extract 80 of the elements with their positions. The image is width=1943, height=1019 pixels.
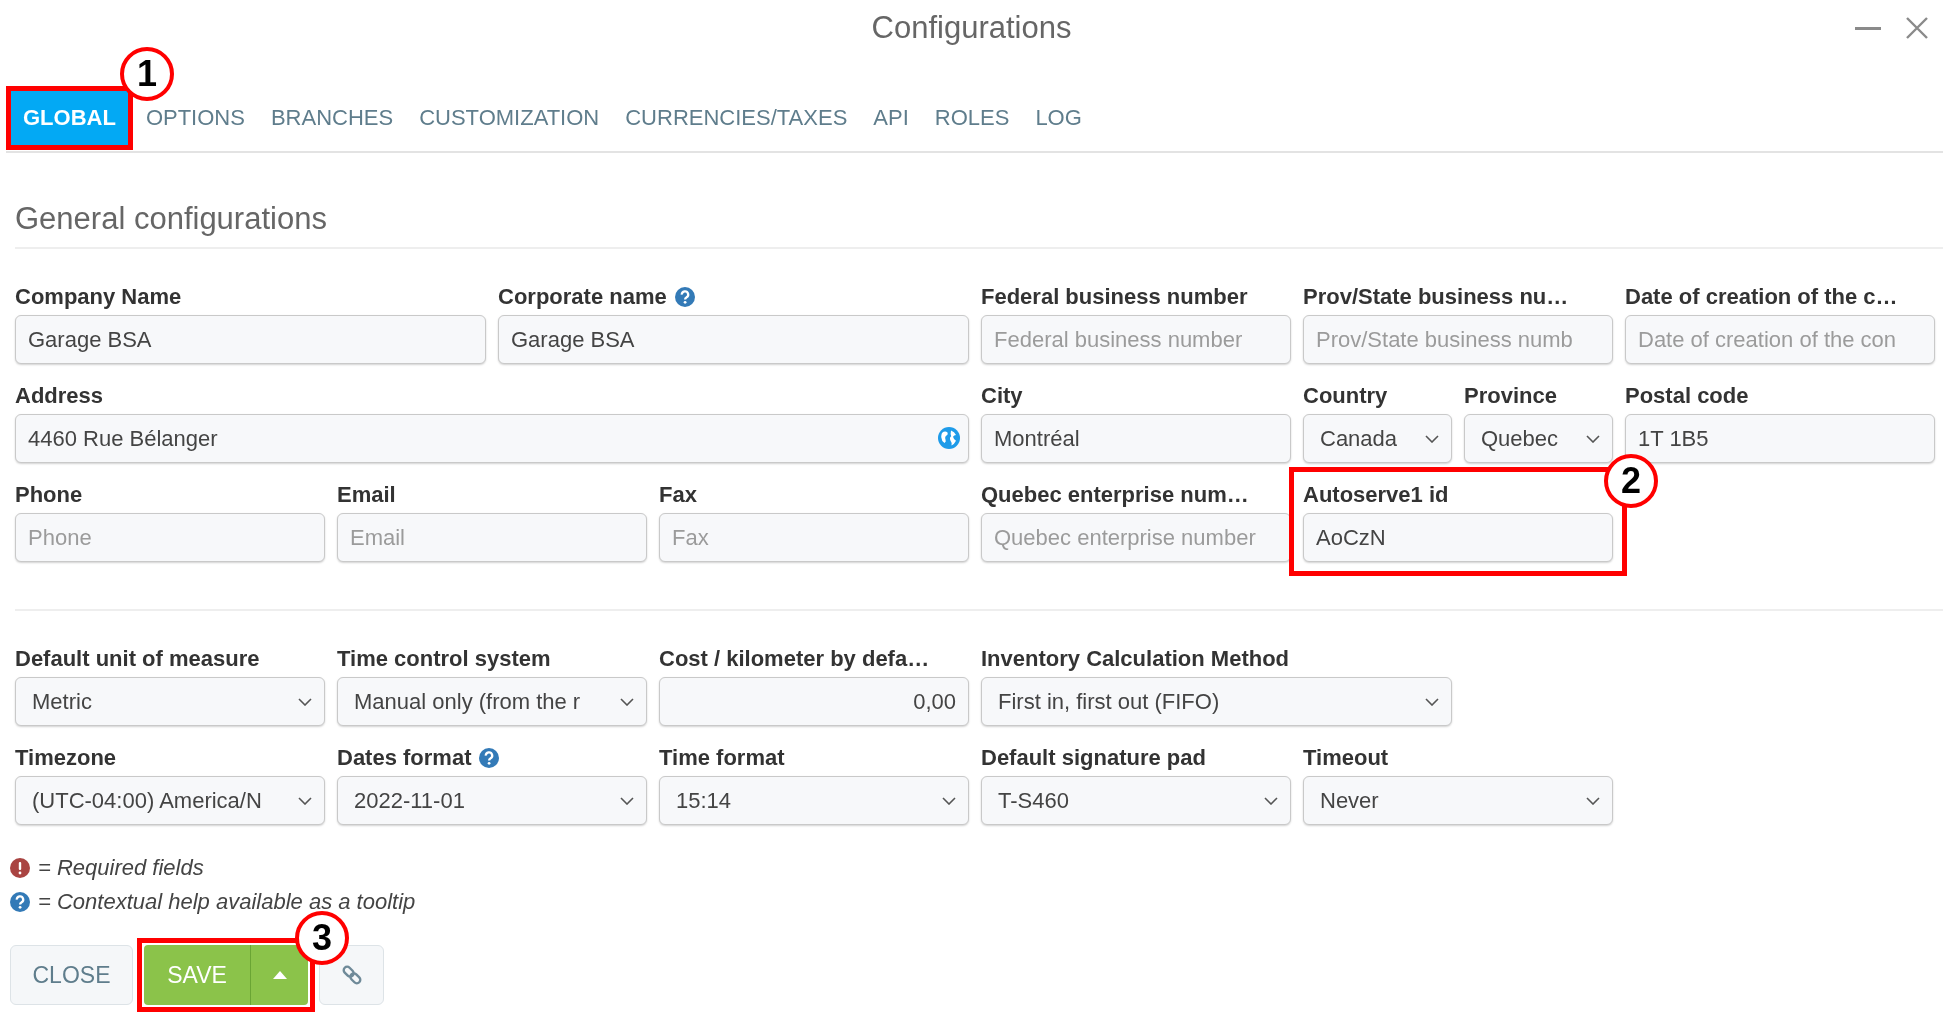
text-field[interactable]: Federal business number (981, 315, 1291, 364)
dropdown[interactable]: T-S460 (981, 776, 1291, 825)
field-label: Default signature pad (981, 745, 1206, 771)
tab[interactable]: CUSTOMIZATION (406, 91, 613, 145)
chevron-down-icon (620, 697, 634, 706)
text-field[interactable]: 1T 1B5 (1625, 414, 1935, 463)
dropdown-toggle-button[interactable] (250, 945, 308, 1005)
tab[interactable]: CURRENCIES/TAXES (612, 91, 861, 145)
number-field[interactable]: 0,00 (659, 677, 969, 726)
tab[interactable]: ROLES (921, 91, 1023, 145)
field-label: Federal business number (981, 284, 1248, 310)
text-field[interactable]: Garage BSA (498, 315, 969, 364)
field-label: Date of creation of the c… (1625, 284, 1898, 310)
chevron-down-icon (1425, 697, 1439, 706)
field-label: Prov/State business nu… (1303, 284, 1569, 310)
dropdown[interactable]: (UTC-04:00) America/N (15, 776, 325, 825)
dropdown[interactable]: Never (1303, 776, 1613, 825)
text-field[interactable]: Date of creation of the con (1625, 315, 1935, 364)
chevron-down-icon (298, 697, 312, 706)
field-label: Timeout (1303, 745, 1389, 771)
text-field[interactable]: Quebec enterprise number (981, 513, 1291, 562)
field-label: Time control system (337, 646, 551, 672)
field-label: Time format (659, 745, 785, 771)
field-label: Email (337, 482, 396, 508)
chevron-down-icon (942, 796, 956, 805)
chevron-down-icon (298, 796, 312, 805)
legend-text: = Required fields (38, 855, 204, 881)
help-icon[interactable] (674, 287, 695, 307)
field-label: Postal code (1625, 383, 1749, 409)
text-field[interactable]: Montréal (981, 414, 1291, 463)
field-label: Autoserve1 id (1303, 482, 1449, 508)
dropdown[interactable]: Quebec (1464, 414, 1613, 463)
step-number: 2 (1604, 454, 1658, 508)
dropdown[interactable]: 15:14 (659, 776, 969, 825)
dropdown[interactable]: 2022-11-01 (337, 776, 647, 825)
dropdown[interactable]: Manual only (from the r (337, 677, 647, 726)
close-icon[interactable] (1905, 16, 1929, 40)
tab[interactable]: LOG (1022, 91, 1095, 145)
close-button[interactable]: CLOSE (10, 945, 133, 1005)
field-label: Cost / kilometer by defa… (659, 646, 930, 672)
text-field[interactable]: Fax (659, 513, 969, 562)
chevron-down-icon (1586, 796, 1600, 805)
field-label: City (981, 383, 1023, 409)
field-label: Company Name (15, 284, 182, 310)
field-label: Phone (15, 482, 83, 508)
help-icon[interactable] (479, 748, 500, 768)
field-label: Inventory Calculation Method (981, 646, 1290, 672)
help-icon (10, 892, 30, 912)
caret-up-icon (272, 971, 287, 979)
text-field[interactable]: Phone (15, 513, 325, 562)
field-label: Corporate name (498, 284, 667, 310)
text-field[interactable]: Email (337, 513, 647, 562)
field-label: Country (1303, 383, 1388, 409)
dropdown[interactable]: Canada (1303, 414, 1452, 463)
field-label: Fax (659, 482, 697, 508)
dropdown[interactable]: First in, first out (FIFO) (981, 677, 1452, 726)
text-field[interactable]: Garage BSA (15, 315, 486, 364)
chevron-down-icon (1425, 434, 1439, 443)
address-field[interactable]: 4460 Rue Bélanger (15, 414, 969, 463)
chevron-down-icon (1264, 796, 1278, 805)
globe-icon[interactable] (938, 427, 960, 449)
window-title: Configurations (871, 10, 1072, 46)
tab[interactable]: API (860, 91, 922, 145)
step-number: 1 (119, 47, 174, 101)
minimize-icon[interactable] (1855, 26, 1881, 30)
chevron-down-icon (620, 796, 634, 805)
field-label: Address (15, 383, 104, 409)
field-label: Default unit of measure (15, 646, 260, 672)
field-label: Timezone (15, 745, 117, 771)
required-icon (10, 858, 30, 878)
chevron-down-icon (1586, 434, 1600, 443)
field-label: Dates format (337, 745, 472, 771)
field-label: Quebec enterprise num… (981, 482, 1249, 508)
field-label: Province (1464, 383, 1557, 409)
step-number: 3 (295, 911, 349, 965)
text-field[interactable]: Prov/State business numb (1303, 315, 1613, 364)
section-title: General configurations (15, 199, 1943, 249)
tab[interactable]: BRANCHES (257, 91, 407, 145)
dropdown[interactable]: Metric (15, 677, 325, 726)
text-field[interactable]: AoCzN (1303, 513, 1613, 562)
